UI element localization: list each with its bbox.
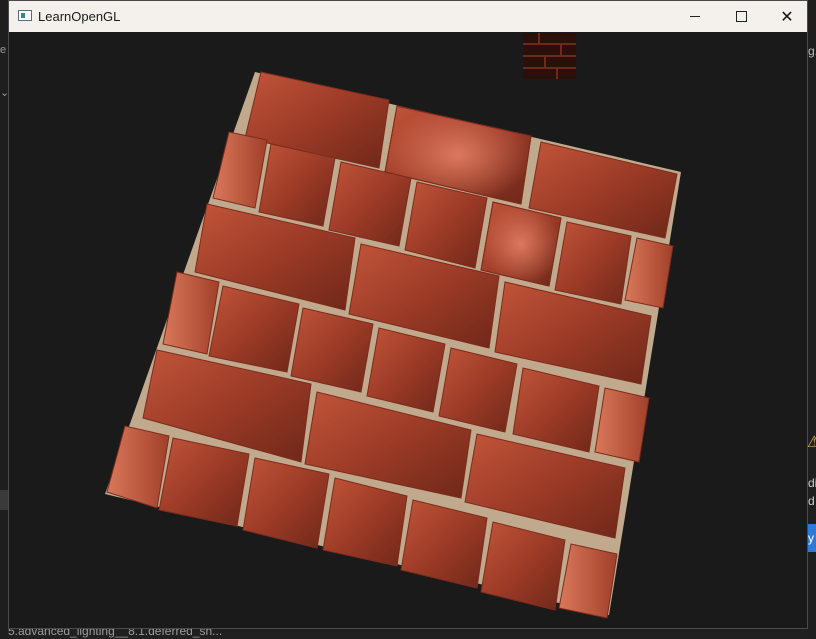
gl-viewport[interactable] [9,32,807,628]
close-icon: ✕ [780,8,794,26]
minimize-icon [690,16,700,17]
window-title: LearnOpenGL [38,9,121,24]
rendered-scene [105,33,681,619]
maximize-button[interactable] [718,1,764,32]
background-glyph: e [0,44,7,56]
debug-texture-preview [523,33,576,79]
title-bar[interactable]: LearnOpenGL ✕ [9,1,807,32]
background-text: g. [808,44,816,58]
background-text: did [808,476,816,508]
warning-icon: ⚠ [807,434,816,451]
app-window: LearnOpenGL ✕ [8,0,808,629]
app-icon [18,10,32,21]
background-button[interactable]: y [808,524,816,552]
close-button[interactable]: ✕ [764,1,807,32]
background-panel [0,490,8,510]
maximize-icon [735,11,747,22]
minimize-button[interactable] [672,1,718,32]
